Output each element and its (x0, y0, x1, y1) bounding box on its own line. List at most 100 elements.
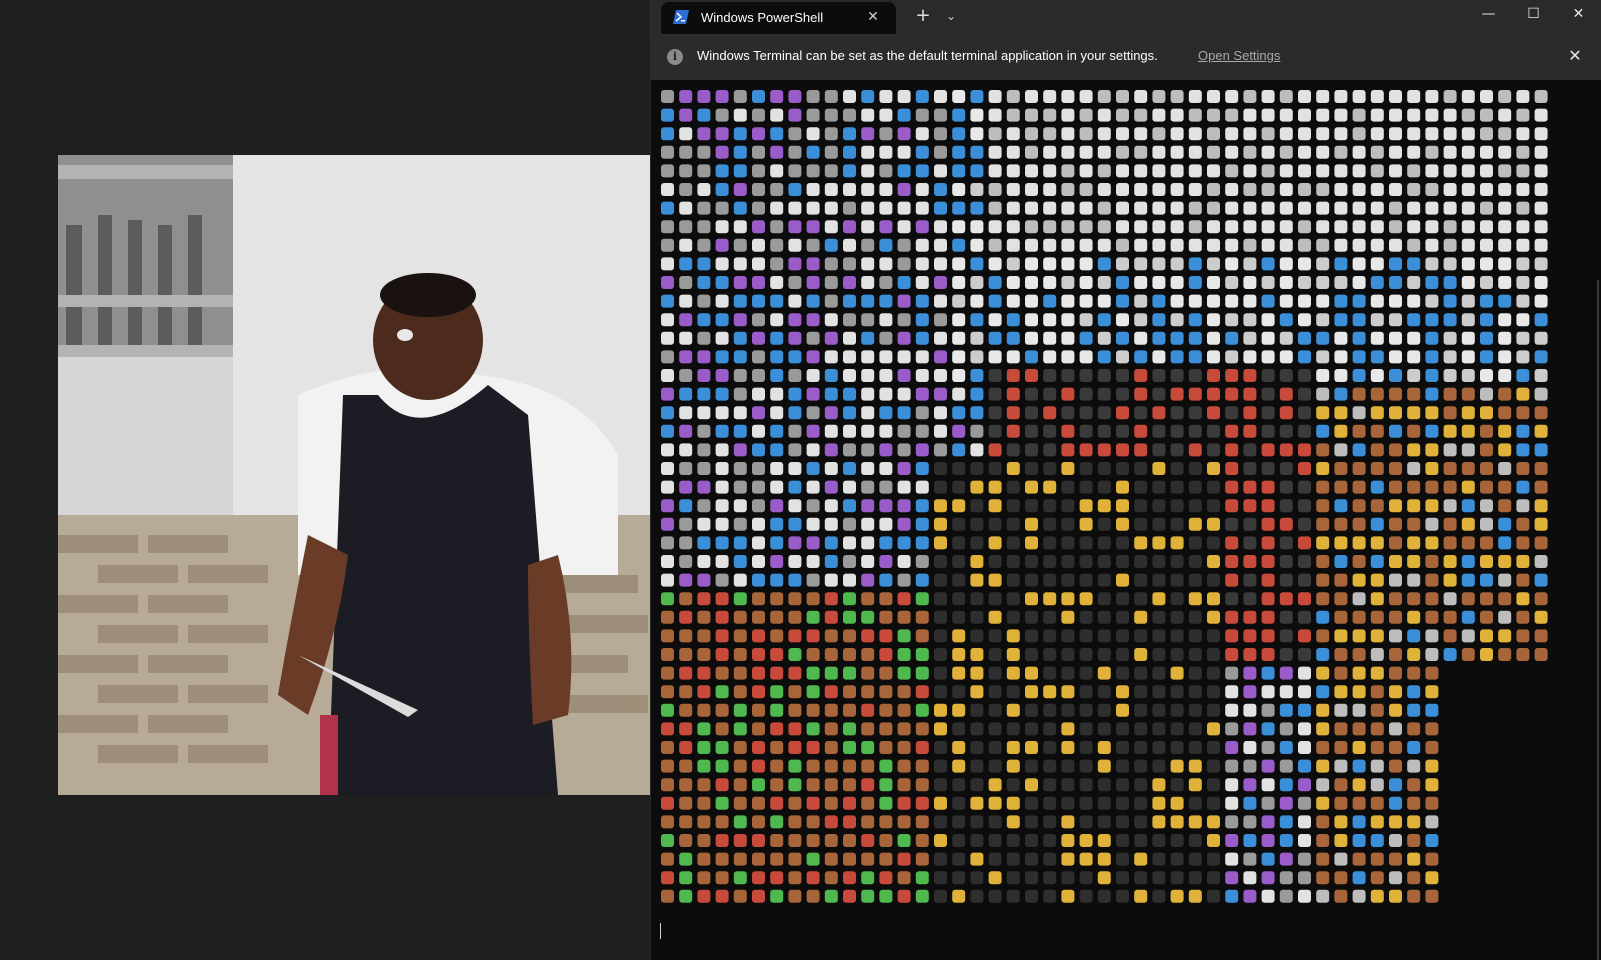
emoji-cell (1025, 201, 1038, 215)
emoji-cell (1025, 406, 1038, 420)
emoji-cell (770, 573, 784, 587)
info-close-button[interactable]: ✕ (1565, 46, 1585, 66)
maximize-button[interactable]: ☐ (1511, 0, 1556, 30)
emoji-cell (1298, 499, 1311, 513)
emoji-cell (1261, 313, 1275, 327)
emoji-cell (1134, 610, 1148, 624)
emoji-cell (1043, 313, 1057, 327)
emoji-cell (1261, 350, 1275, 364)
emoji-cell (1407, 759, 1421, 773)
emoji-cell (661, 462, 674, 475)
emoji-cell (770, 164, 784, 178)
emoji-cell (1516, 201, 1530, 215)
emoji-cell (1207, 313, 1220, 327)
emoji-cell (1170, 108, 1184, 122)
emoji-cell (1061, 108, 1075, 122)
emoji-cell (915, 796, 929, 810)
emoji-cell (1061, 183, 1075, 196)
emoji-cell (733, 796, 747, 810)
emoji-cell (1097, 722, 1111, 736)
emoji-cell (1407, 778, 1421, 792)
emoji-cell (788, 815, 802, 829)
emoji-cell (1352, 480, 1366, 494)
emoji-cell (1170, 331, 1184, 345)
emoji-cell (770, 480, 784, 494)
emoji-cell (1498, 443, 1512, 457)
emoji-cell (1188, 90, 1202, 103)
emoji-cell (733, 276, 747, 289)
emoji-cell (1043, 127, 1057, 141)
emoji-cell (752, 517, 765, 531)
emoji-cell (1298, 257, 1311, 271)
emoji-cell (1097, 145, 1111, 159)
emoji-cell (1152, 313, 1166, 327)
emoji-cell (1316, 685, 1330, 699)
title-bar[interactable]: Windows PowerShell ✕ + ⌄ — ☐ ✕ (651, 0, 1601, 34)
emoji-cell (988, 443, 1002, 457)
emoji-cell (770, 406, 784, 420)
emoji-cell (934, 666, 947, 680)
emoji-cell (1443, 220, 1457, 234)
emoji-cell (752, 257, 765, 271)
emoji-cell (1370, 722, 1384, 736)
tab-dropdown-button[interactable]: ⌄ (941, 6, 961, 26)
close-window-button[interactable]: ✕ (1556, 0, 1601, 30)
scrollbar[interactable] (1597, 280, 1599, 960)
emoji-cell (679, 852, 693, 866)
emoji-cell (1097, 778, 1111, 792)
emoji-cell (1134, 257, 1148, 271)
emoji-cell (1534, 220, 1548, 234)
emoji-cell (679, 331, 693, 345)
emoji-cell (733, 889, 747, 903)
emoji-cell (915, 685, 929, 699)
emoji-cell (1425, 108, 1439, 122)
open-settings-link[interactable]: Open Settings (1198, 48, 1280, 63)
emoji-cell (1061, 573, 1075, 587)
emoji-cell (661, 350, 674, 364)
emoji-cell (1407, 257, 1421, 271)
emoji-cell (1079, 424, 1093, 438)
emoji-cell (1134, 462, 1148, 475)
emoji-cell (1097, 369, 1111, 382)
emoji-cell (1498, 610, 1512, 624)
emoji-cell (970, 238, 984, 252)
emoji-cell (788, 350, 802, 364)
emoji-cell (1134, 834, 1148, 847)
emoji-cell (806, 536, 820, 550)
emoji-cell (1389, 573, 1402, 587)
emoji-cell (1134, 648, 1148, 661)
emoji-cell (1079, 536, 1093, 550)
emoji-cell (1134, 127, 1148, 141)
emoji-cell (824, 406, 838, 420)
emoji-cell (661, 331, 674, 345)
emoji-cell (1061, 350, 1075, 364)
emoji-cell (1243, 499, 1257, 513)
emoji-cell (879, 666, 893, 680)
emoji-cell (715, 164, 729, 178)
emoji-cell (1261, 592, 1275, 606)
terminal-output[interactable] (651, 80, 1601, 960)
emoji-cell (806, 685, 820, 699)
minimize-button[interactable]: — (1466, 0, 1511, 30)
emoji-cell (934, 834, 947, 847)
emoji-cell (824, 871, 838, 885)
emoji-cell (1025, 536, 1038, 550)
emoji-cell (1061, 201, 1075, 215)
close-tab-icon[interactable]: ✕ (864, 8, 882, 26)
emoji-cell (1188, 369, 1202, 382)
tab-windows-powershell[interactable]: Windows PowerShell ✕ (661, 2, 896, 34)
emoji-cell (843, 183, 856, 196)
emoji-cell (1006, 703, 1020, 717)
new-tab-button[interactable]: + (913, 6, 933, 26)
emoji-cell (1043, 573, 1057, 587)
emoji-cell (1025, 313, 1038, 327)
emoji-cell (770, 666, 784, 680)
emoji-cell (824, 796, 838, 810)
emoji-cell (1188, 871, 1202, 885)
emoji-cell (824, 238, 838, 252)
emoji-cell (988, 350, 1002, 364)
emoji-cell (1243, 90, 1257, 103)
emoji-cell (1389, 592, 1402, 606)
emoji-cell (715, 871, 729, 885)
emoji-cell (788, 703, 802, 717)
